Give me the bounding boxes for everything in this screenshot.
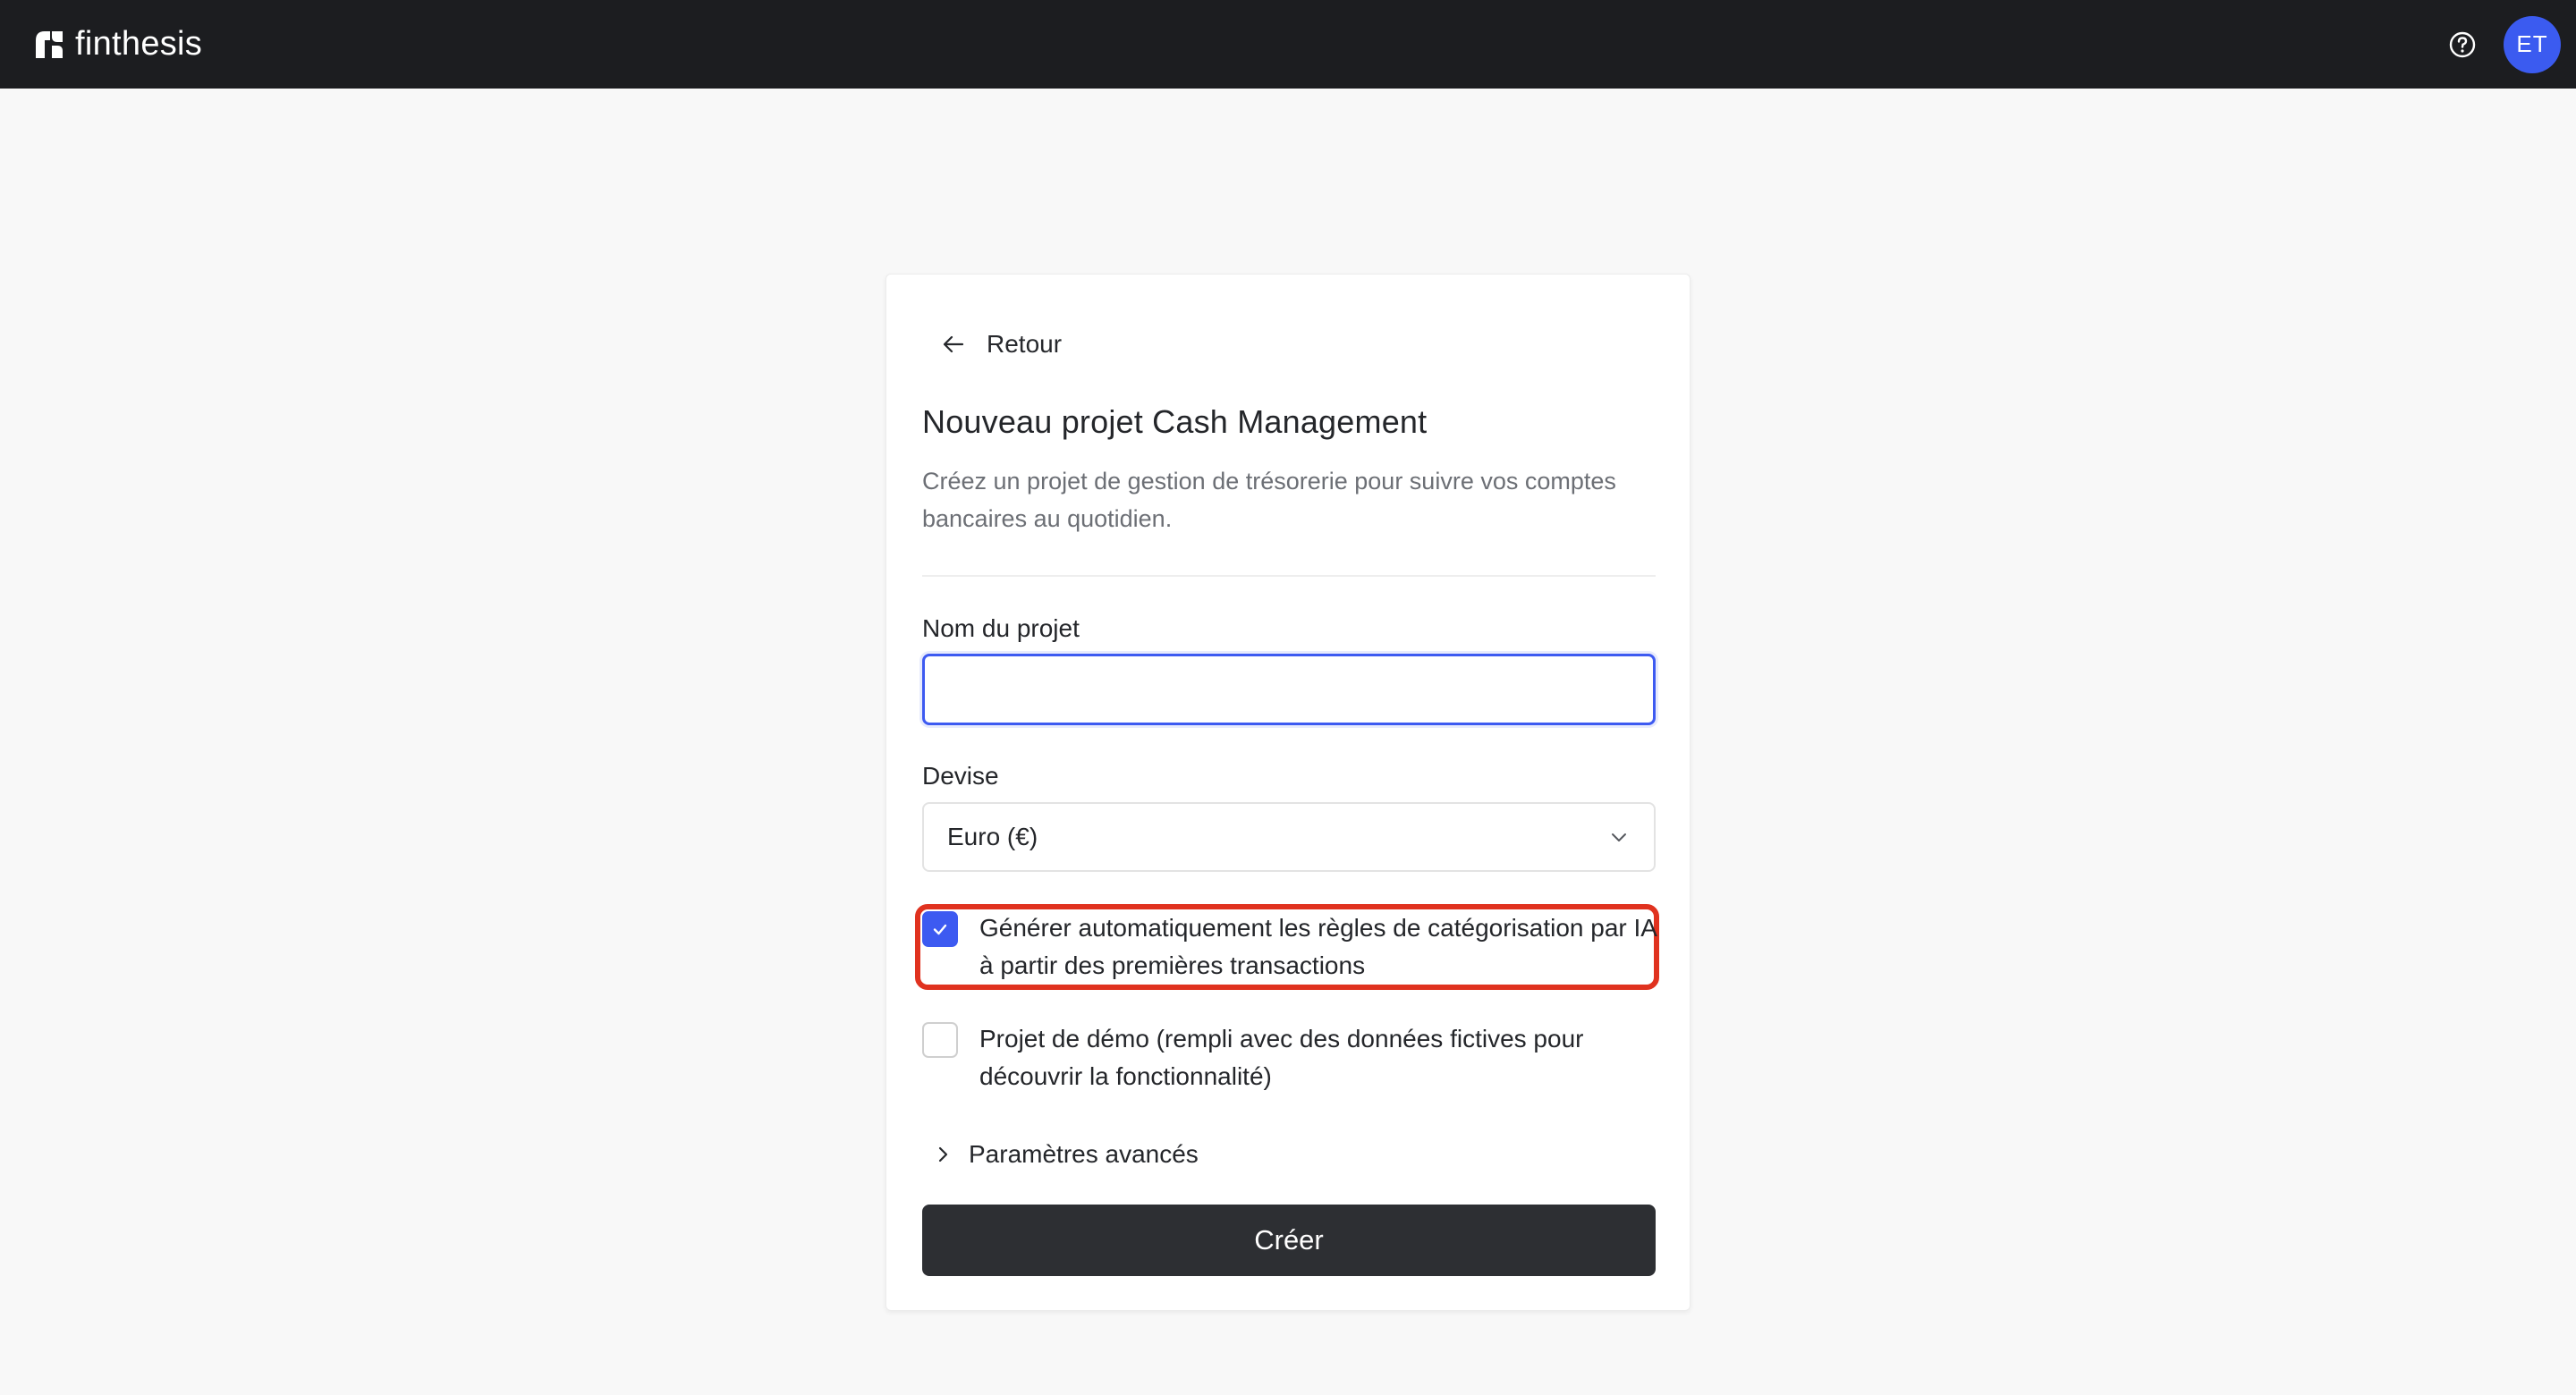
auto-rules-option: Générer automatiquement les règles de ca…: [922, 909, 1668, 985]
create-button[interactable]: Créer: [922, 1205, 1656, 1276]
demo-project-label[interactable]: Projet de démo (rempli avec des données …: [979, 1020, 1668, 1095]
divider: [922, 575, 1656, 577]
currency-select[interactable]: Euro (€): [922, 802, 1656, 872]
page-title: Nouveau projet Cash Management: [922, 403, 1428, 440]
chevron-right-icon: [938, 1146, 948, 1162]
demo-project-option: Projet de démo (rempli avec des données …: [922, 1020, 1668, 1095]
project-name-input[interactable]: [922, 654, 1656, 725]
currency-selected-value: Euro (€): [947, 823, 1038, 850]
finthesis-logo-icon: [36, 30, 63, 58]
auto-rules-label[interactable]: Générer automatiquement les règles de ca…: [979, 909, 1668, 985]
brand-name: finthesis: [75, 25, 203, 63]
topbar-actions: ET: [2446, 15, 2561, 73]
user-avatar[interactable]: ET: [2504, 15, 2561, 73]
chevron-down-icon: [1612, 833, 1626, 841]
back-button[interactable]: Retour: [940, 321, 1062, 368]
new-project-card: Retour Nouveau projet Cash Management Cr…: [886, 274, 1690, 1311]
top-navigation-bar: finthesis ET: [0, 0, 2576, 89]
brand[interactable]: finthesis: [34, 25, 202, 63]
currency-label: Devise: [922, 762, 999, 790]
page-subtitle: Créez un projet de gestion de trésorerie…: [922, 468, 1616, 532]
advanced-settings-toggle[interactable]: Paramètres avancés: [931, 1131, 1199, 1178]
demo-project-checkbox[interactable]: [922, 1022, 958, 1058]
back-label: Retour: [987, 330, 1063, 358]
advanced-settings-label: Paramètres avancés: [969, 1140, 1199, 1168]
help-circle-icon[interactable]: [2446, 29, 2479, 61]
arrow-left-icon: [943, 335, 964, 353]
auto-rules-checkbox[interactable]: [922, 911, 958, 947]
project-name-label: Nom du projet: [922, 614, 1080, 642]
check-icon: [933, 924, 947, 935]
